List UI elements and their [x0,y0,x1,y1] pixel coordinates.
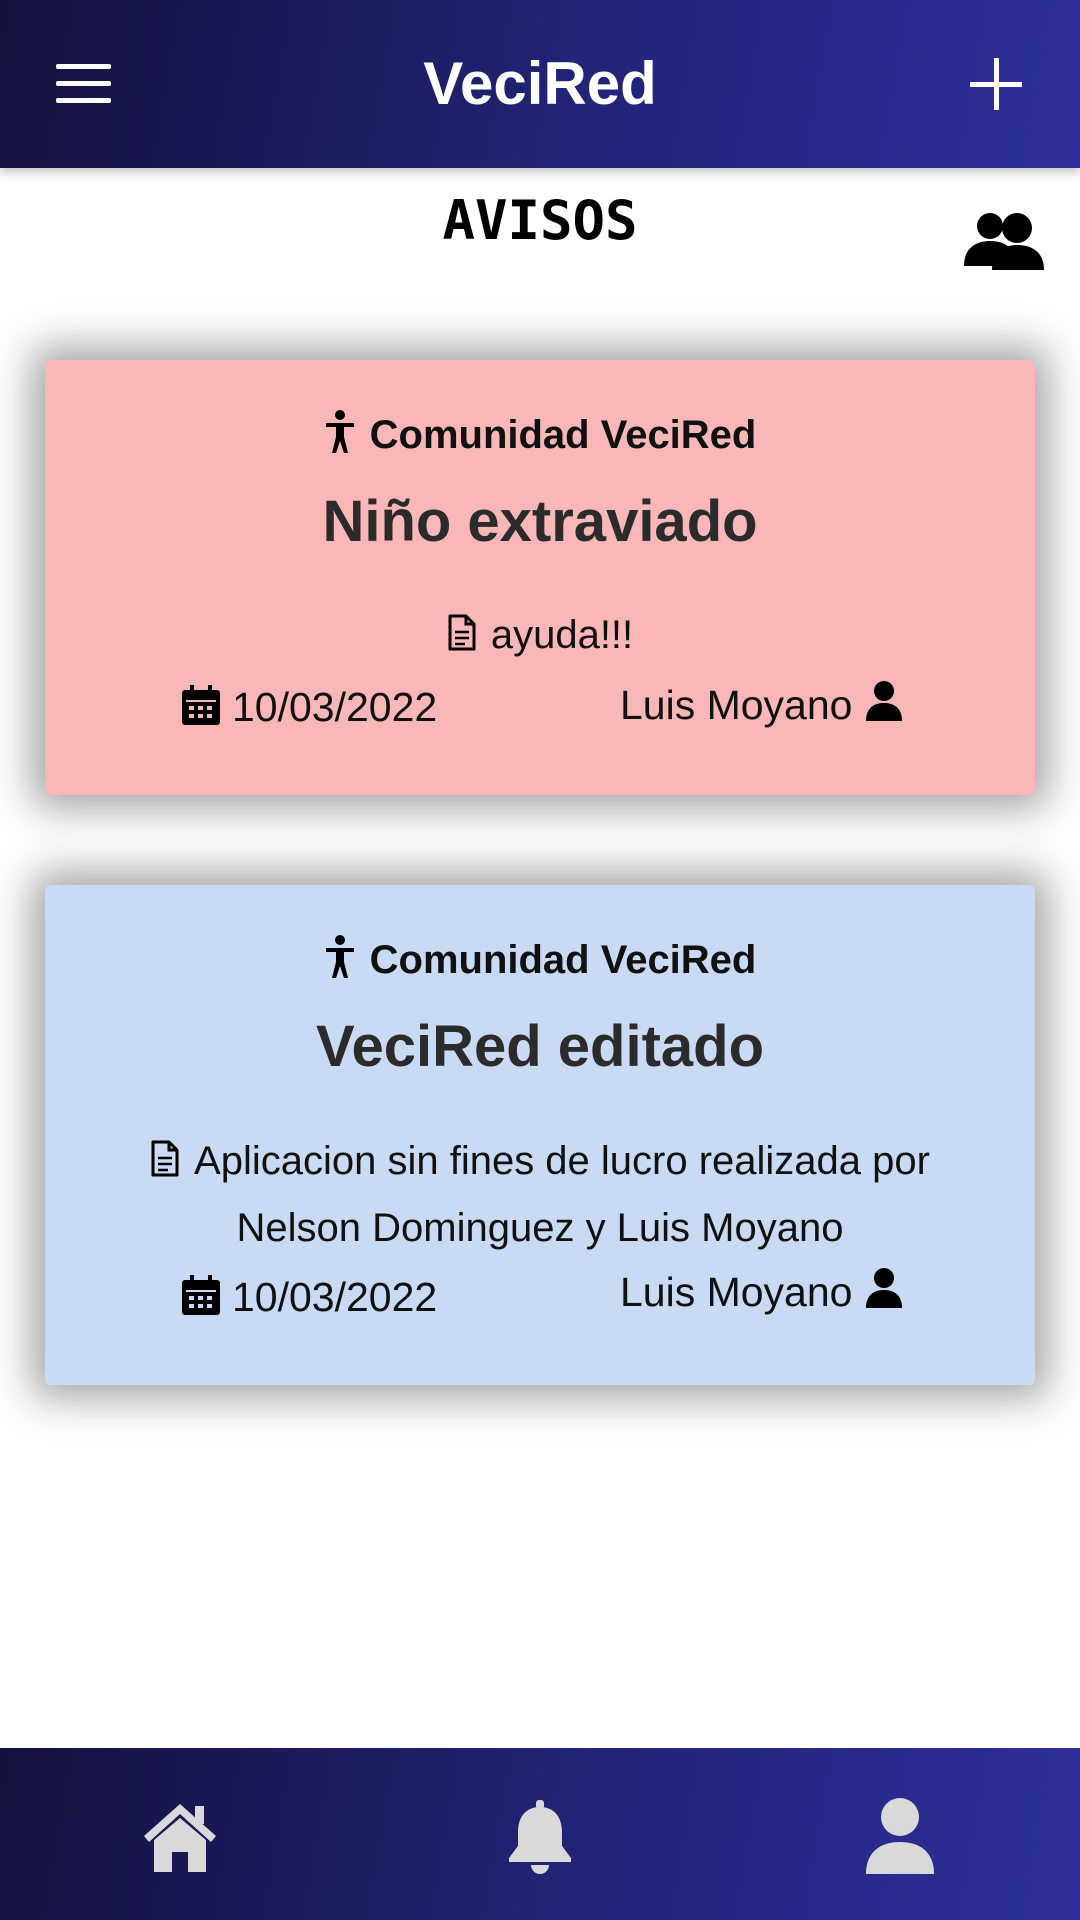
bell-icon[interactable] [500,1796,580,1876]
page-title: AVISOS [442,189,638,252]
app-title: VeciRed [423,50,657,117]
notice-title: VeciRed editado [315,1014,765,1079]
home-icon[interactable] [140,1796,220,1876]
document-icon [447,608,477,671]
user-icon [866,1268,903,1319]
notice-author-text: Luis Moyano [620,1269,853,1315]
notice-description-text: ayuda!!! [490,613,634,657]
notice-author: Luis Moyano [620,680,903,732]
app-header: VeciRed [0,0,1080,168]
user-icon [866,681,903,732]
notice-author: Luis Moyano [620,1267,903,1319]
accessibility-icon [324,935,356,991]
notice-author-text: Luis Moyano [620,682,853,728]
users-icon[interactable] [962,208,1048,272]
notice-title: Niño extraviado [322,489,758,554]
calendar-icon [182,1275,220,1326]
accessibility-icon [324,410,356,466]
notice-date-text: 10/03/2022 [232,684,438,730]
notice-card[interactable]: Comunidad VeciRed Niño extraviado ayuda!… [45,360,1035,795]
notice-community-label: Comunidad VeciRed [369,413,757,457]
calendar-icon [182,685,220,736]
notice-community: Comunidad VeciRed [45,935,1035,991]
notice-date: 10/03/2022 [182,1272,437,1326]
notice-date: 10/03/2022 [182,682,437,736]
bottom-navigation [0,1748,1080,1920]
notice-description: ayuda!!! [115,604,965,671]
notice-community-label: Comunidad VeciRed [369,938,757,982]
plus-icon[interactable] [970,58,1022,110]
notice-community: Comunidad VeciRed [45,410,1035,466]
user-profile-icon[interactable] [860,1796,940,1876]
notice-card[interactable]: Comunidad VeciRed VeciRed editado Aplica… [45,885,1035,1385]
document-icon [150,1134,180,1197]
notice-description: Aplicacion sin fines de lucro realizada … [115,1130,965,1260]
notice-description-text: Aplicacion sin fines de lucro realizada … [194,1139,930,1250]
notice-date-text: 10/03/2022 [232,1274,438,1320]
